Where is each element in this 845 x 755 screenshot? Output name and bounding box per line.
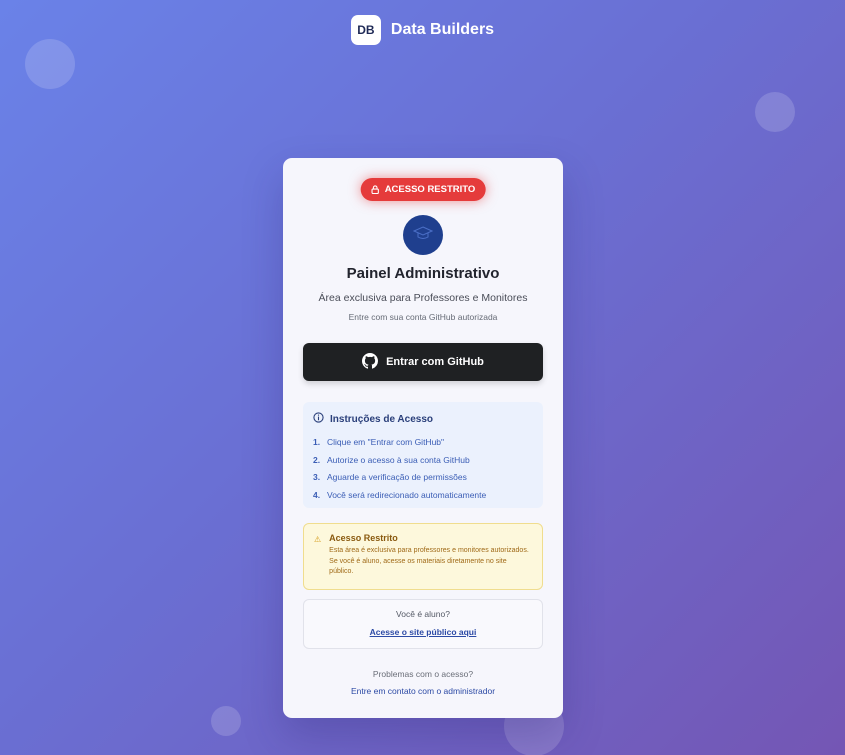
instruction-text: Autorize o acesso à sua conta GitHub [327, 454, 470, 465]
info-icon [313, 412, 324, 426]
graduation-cap-icon [412, 225, 434, 246]
instruction-text: Você será redirecionado automaticamente [327, 489, 487, 500]
instruction-number: 3. [313, 472, 321, 482]
warning-text: Esta área é exclusiva para professores e… [329, 547, 529, 575]
help-question: Problemas com o acesso? [372, 669, 474, 679]
restricted-warning: ⚠ Acesso Restrito Esta área é exclusiva … [303, 523, 543, 590]
instructions-header: Instruções de Acesso [313, 412, 533, 426]
instruction-number: 1. [313, 437, 321, 447]
instruction-item: 3. Aguarde a verificação de permissões [313, 469, 533, 487]
github-icon [362, 352, 379, 372]
lock-icon [371, 185, 380, 194]
instruction-number: 2. [313, 454, 321, 465]
instruction-item: 1. Clique em "Entrar com GitHub" [313, 434, 533, 452]
instructions-list: 1. Clique em "Entrar com GitHub" 2. Auto… [313, 434, 533, 504]
student-box: Você é aluno? Acesse o site público aqui [303, 599, 543, 649]
brand-name: Data Builders [390, 21, 495, 38]
admin-avatar [403, 215, 443, 255]
login-hint: Entre com sua conta GitHub autorizada [348, 312, 498, 322]
login-card: ACESSO RESTRITO Painel Administrativo Ár… [283, 158, 563, 718]
instruction-item: 4. Você será redirecionado automaticamen… [313, 487, 533, 505]
instructions-panel: Instruções de Acesso 1. Clique em "Entra… [303, 402, 543, 508]
public-site-link[interactable]: Acesse o site público aqui [370, 627, 477, 637]
decorative-bubble [25, 39, 75, 89]
warning-icon: ⚠ [314, 535, 322, 544]
decorative-bubble [755, 92, 795, 132]
student-question: Você é aluno? [396, 609, 450, 619]
page-title: Painel Administrativo [346, 265, 500, 282]
warning-title: Acesso Restrito [329, 533, 398, 543]
decorative-bubble [211, 706, 241, 736]
instruction-text: Aguarde a verificação de permissões [327, 472, 467, 482]
github-button-label: Entrar com GitHub [386, 356, 484, 368]
instructions-title: Instruções de Acesso [330, 413, 434, 425]
page-subtitle: Área exclusiva para Professores e Monito… [318, 292, 528, 304]
restricted-access-badge: ACESSO RESTRITO [360, 178, 486, 201]
brand-header: DB Data Builders [0, 15, 845, 45]
badge-label: ACESSO RESTRITO [384, 184, 476, 195]
contact-admin-link[interactable]: Entre em contato com o administrador [283, 686, 563, 696]
brand-logo: DB [350, 15, 381, 45]
instruction-text: Clique em "Entrar com GitHub" [327, 437, 445, 447]
github-login-button[interactable]: Entrar com GitHub [303, 343, 543, 381]
instruction-number: 4. [313, 489, 321, 500]
instruction-item: 2. Autorize o acesso à sua conta GitHub [313, 452, 533, 470]
